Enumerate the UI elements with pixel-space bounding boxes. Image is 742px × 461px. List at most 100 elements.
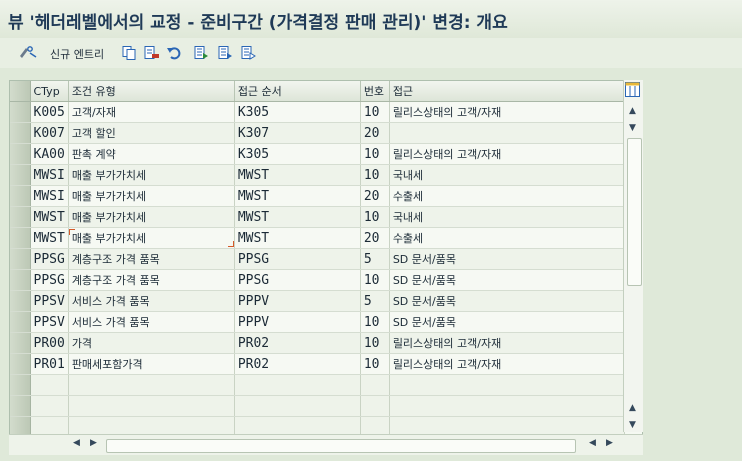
- cell-access[interactable]: 국내세: [389, 164, 625, 186]
- column-header-ctyp[interactable]: CTyp: [30, 81, 69, 102]
- cell-number[interactable]: 10: [360, 143, 390, 165]
- cell-number[interactable]: 5: [360, 248, 390, 270]
- table-row[interactable]: PPSV 서비스 가격 품목 PPPV 5 SD 문서/품목: [10, 290, 625, 312]
- table-row[interactable]: PPSG 계층구조 가격 품목 PPSG 10 SD 문서/품목: [10, 269, 625, 291]
- row-selector[interactable]: [10, 269, 31, 291]
- cell-condition-type[interactable]: 매출 부가가치세: [68, 164, 235, 186]
- cell-ctyp[interactable]: PR01: [30, 353, 69, 375]
- cell-condition-type[interactable]: 서비스 가격 품목: [68, 311, 235, 333]
- cell-access-sequence[interactable]: PR02: [234, 353, 361, 375]
- cell-access[interactable]: SD 문서/품목: [389, 248, 625, 270]
- scroll-left-end-icon[interactable]: ◀: [589, 438, 596, 448]
- table-row[interactable]: K007 고객 할인 K307 20: [10, 122, 625, 144]
- cell-access-sequence[interactable]: MWST: [234, 206, 361, 228]
- cell-access-sequence[interactable]: PPPV: [234, 290, 361, 312]
- row-selector[interactable]: [10, 395, 31, 417]
- table-row[interactable]: MWSI 매출 부가가치세 MWST 20 수출세: [10, 185, 625, 207]
- cell-access[interactable]: 수출세: [389, 185, 625, 207]
- empty-cell[interactable]: [360, 395, 390, 417]
- scroll-right-icon[interactable]: ▶: [606, 438, 613, 448]
- cell-condition-type[interactable]: 가격: [68, 332, 235, 354]
- cell-number[interactable]: 10: [360, 164, 390, 186]
- row-selector[interactable]: [10, 185, 31, 207]
- scroll-thumb[interactable]: [627, 138, 642, 286]
- cell-ctyp[interactable]: PR00: [30, 332, 69, 354]
- table-row[interactable]: MWSI 매출 부가가치세 MWST 10 국내세: [10, 164, 625, 186]
- row-selector[interactable]: [10, 248, 31, 270]
- cell-number[interactable]: 10: [360, 206, 390, 228]
- cell-access-sequence[interactable]: PPSG: [234, 248, 361, 270]
- horizontal-scroll-thumb[interactable]: [106, 439, 576, 453]
- table-row[interactable]: PPSG 계층구조 가격 품목 PPSG 5 SD 문서/품목: [10, 248, 625, 270]
- row-selector[interactable]: [10, 164, 31, 186]
- cell-ctyp[interactable]: MWST: [30, 227, 69, 249]
- cell-number[interactable]: 10: [360, 269, 390, 291]
- column-header-number[interactable]: 번호: [360, 81, 390, 102]
- cell-condition-type[interactable]: 고객 할인: [68, 122, 235, 144]
- copy-as-icon[interactable]: [121, 44, 137, 62]
- row-selector[interactable]: [10, 206, 31, 228]
- column-header-condition-type[interactable]: 조건 유형: [68, 81, 235, 102]
- cell-condition-type[interactable]: 계층구조 가격 품목: [68, 248, 235, 270]
- cell-ctyp[interactable]: MWSI: [30, 185, 69, 207]
- scroll-up-bottom-icon[interactable]: ▲: [629, 403, 636, 413]
- cell-access[interactable]: SD 문서/품목: [389, 269, 625, 291]
- cell-condition-type[interactable]: 매출 부가가치세: [68, 206, 235, 228]
- cell-access[interactable]: 릴리스상태의 고객/자재: [389, 332, 625, 354]
- row-selector[interactable]: [10, 374, 31, 396]
- empty-cell[interactable]: [389, 374, 625, 396]
- cell-access[interactable]: 릴리스상태의 고객/자재: [389, 353, 625, 375]
- empty-cell[interactable]: [234, 374, 361, 396]
- row-selector[interactable]: [10, 101, 31, 123]
- row-selector[interactable]: [10, 290, 31, 312]
- cell-access-sequence[interactable]: PR02: [234, 332, 361, 354]
- row-selector[interactable]: [10, 332, 31, 354]
- cell-access-sequence[interactable]: MWST: [234, 164, 361, 186]
- horizontal-scrollbar[interactable]: ◀ ▶ ◀ ▶: [9, 434, 643, 455]
- cell-access[interactable]: 국내세: [389, 206, 625, 228]
- undo-icon[interactable]: [166, 44, 182, 62]
- cell-condition-type[interactable]: 판매세포함가격: [68, 353, 235, 375]
- select-all-cell[interactable]: [10, 81, 31, 102]
- cell-condition-type[interactable]: 매출 부가가치세: [68, 227, 235, 249]
- cell-number[interactable]: 20: [360, 122, 390, 144]
- cell-access[interactable]: SD 문서/품목: [389, 311, 625, 333]
- table-row[interactable]: MWST 매출 부가가치세 MWST 10 국내세: [10, 206, 625, 228]
- cell-access[interactable]: 수출세: [389, 227, 625, 249]
- cell-condition-type[interactable]: 계층구조 가격 품목: [68, 269, 235, 291]
- cell-ctyp[interactable]: MWSI: [30, 164, 69, 186]
- cell-access[interactable]: 릴리스상태의 고객/자재: [389, 101, 625, 123]
- table-row[interactable]: K005 고객/자재 K305 10 릴리스상태의 고객/자재: [10, 101, 625, 123]
- table-row[interactable]: PPSV 서비스 가격 품목 PPPV 10 SD 문서/품목: [10, 311, 625, 333]
- cell-ctyp[interactable]: K007: [30, 122, 69, 144]
- empty-cell[interactable]: [389, 395, 625, 417]
- cell-access[interactable]: 릴리스상태의 고객/자재: [389, 143, 625, 165]
- cell-condition-type[interactable]: 고객/자재: [68, 101, 235, 123]
- row-selector[interactable]: [10, 227, 31, 249]
- table-row[interactable]: MWST 매출 부가가치세 MWST 20 수출세: [10, 227, 625, 249]
- row-selector[interactable]: [10, 353, 31, 375]
- cell-number[interactable]: 5: [360, 290, 390, 312]
- cell-number[interactable]: 10: [360, 311, 390, 333]
- cell-access[interactable]: SD 문서/품목: [389, 290, 625, 312]
- empty-cell[interactable]: [30, 374, 69, 396]
- column-header-access-sequence[interactable]: 접근 순서: [234, 81, 361, 102]
- empty-cell[interactable]: [68, 395, 235, 417]
- cell-access-sequence[interactable]: MWST: [234, 227, 361, 249]
- cell-access-sequence[interactable]: PPSG: [234, 269, 361, 291]
- cell-ctyp[interactable]: PPSV: [30, 290, 69, 312]
- cell-access-sequence[interactable]: K305: [234, 143, 361, 165]
- table-row[interactable]: PR00 가격 PR02 10 릴리스상태의 고객/자재: [10, 332, 625, 354]
- display-change-icon[interactable]: [18, 44, 38, 62]
- scroll-down-icon[interactable]: ▼: [629, 420, 636, 430]
- scroll-left-icon[interactable]: ◀: [73, 438, 80, 448]
- cell-access-sequence[interactable]: K307: [234, 122, 361, 144]
- scroll-up-icon[interactable]: ▲: [629, 106, 636, 116]
- empty-row[interactable]: [10, 395, 625, 417]
- cell-ctyp[interactable]: K005: [30, 101, 69, 123]
- cell-number[interactable]: 10: [360, 101, 390, 123]
- cell-access-sequence[interactable]: MWST: [234, 185, 361, 207]
- cell-number[interactable]: 10: [360, 353, 390, 375]
- empty-cell[interactable]: [234, 395, 361, 417]
- column-header-access[interactable]: 접근: [389, 81, 625, 102]
